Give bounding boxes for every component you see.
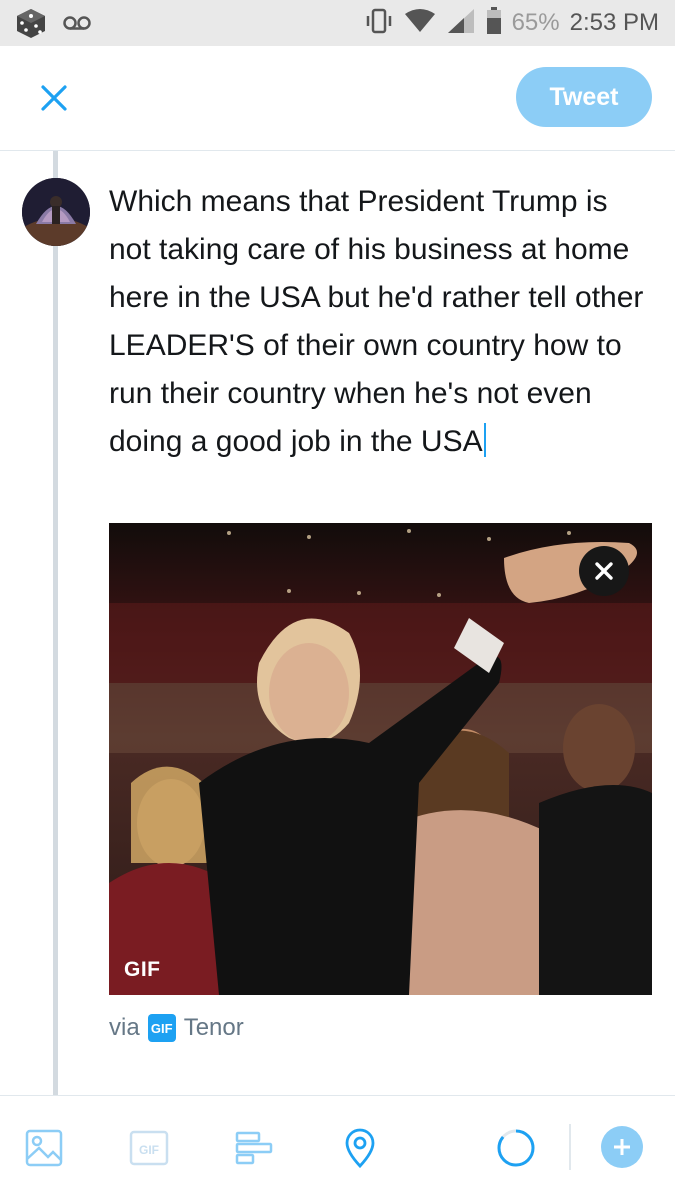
remove-gif-button[interactable]	[579, 546, 629, 596]
location-button[interactable]	[338, 1126, 382, 1170]
text-cursor	[483, 423, 486, 457]
tweet-text: Which means that President Trump is not …	[109, 185, 652, 458]
gif-image	[109, 523, 652, 995]
vibrate-icon	[364, 7, 394, 40]
tenor-gif-icon: GIF	[147, 1014, 176, 1042]
voicemail-icon	[62, 13, 92, 38]
status-bar: 65% 2:53 PM	[0, 0, 675, 46]
gif-attachment[interactable]	[109, 523, 652, 995]
add-tweet-icon	[614, 1139, 630, 1155]
gif-icon: GIF	[129, 1130, 169, 1166]
gif-badge: GIF	[124, 958, 161, 981]
character-counter-icon	[497, 1129, 535, 1167]
attribution-prefix: via	[109, 1014, 140, 1041]
compose-toolbar: GIF	[0, 1095, 675, 1201]
add-tweet-button[interactable]	[601, 1126, 643, 1168]
compose-header: Tweet	[0, 46, 675, 151]
signal-icon	[446, 7, 476, 40]
character-counter	[494, 1126, 538, 1170]
image-button[interactable]	[22, 1126, 66, 1170]
compose-textarea[interactable]: Which means that President Trump is not …	[109, 178, 657, 466]
close-button[interactable]	[34, 78, 74, 118]
poll-button[interactable]	[232, 1126, 276, 1170]
avatar	[22, 178, 90, 246]
thread-line	[53, 151, 58, 1095]
close-icon	[41, 85, 67, 111]
toolbar-divider	[569, 1124, 571, 1170]
wifi-icon	[404, 8, 436, 39]
svg-text:GIF: GIF	[139, 1143, 159, 1157]
close-icon	[595, 562, 613, 580]
dice-icon	[14, 6, 48, 45]
image-icon	[25, 1129, 63, 1167]
gif-attribution[interactable]: via GIF Tenor	[109, 1014, 244, 1042]
poll-icon	[235, 1131, 273, 1165]
tweet-button[interactable]: Tweet	[516, 67, 652, 127]
battery-percent: 65%	[511, 9, 560, 36]
gif-button[interactable]: GIF	[127, 1126, 171, 1170]
clock: 2:53 PM	[569, 9, 659, 36]
battery-icon	[486, 6, 502, 40]
attribution-source: Tenor	[183, 1014, 244, 1041]
location-icon	[345, 1128, 375, 1168]
